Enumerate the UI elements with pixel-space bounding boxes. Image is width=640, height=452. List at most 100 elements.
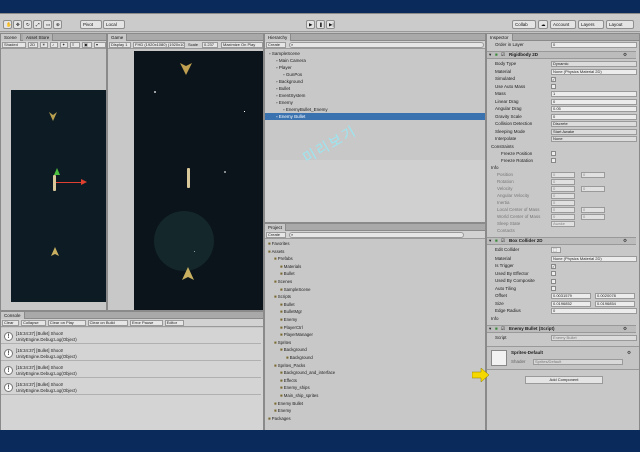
cloud-icon[interactable]: ☁	[538, 20, 548, 29]
lighting-icon[interactable]: ☀	[40, 42, 48, 48]
project-item[interactable]: ■ Enemy_ships	[265, 384, 485, 391]
foldout-arrow-icon[interactable]: ▾	[489, 238, 491, 244]
scale-tool-icon[interactable]: ⤢	[33, 20, 42, 29]
property-field[interactable]: 0	[551, 308, 637, 314]
component-header[interactable]: ▾ ■ ☑ Enemy Bullet (Script) ⚙	[487, 324, 636, 333]
scale-value[interactable]: 0.237	[202, 42, 218, 48]
collab-button[interactable]: Collab	[512, 20, 536, 29]
hierarchy-item[interactable]: ▫ Background	[265, 78, 485, 85]
property-checkbox[interactable]: ✓	[551, 263, 556, 269]
property-checkbox[interactable]	[551, 158, 556, 163]
gizmos-dropdown[interactable]: ▾	[94, 42, 106, 48]
property-field[interactable]: 0	[551, 113, 637, 120]
property-field[interactable]: None (Physics Material 2D)	[551, 68, 637, 75]
project-item[interactable]: ■ Scripts	[265, 293, 485, 300]
display-dropdown[interactable]: Display 1	[109, 42, 131, 48]
project-item[interactable]: ■ Favorites	[265, 240, 485, 247]
project-item[interactable]: ■ Background	[265, 354, 485, 361]
hierarchy-item[interactable]: ▫ Main Camera	[265, 57, 485, 64]
property-field[interactable]: Discrete	[551, 121, 637, 127]
console-button[interactable]: Clear	[2, 320, 19, 326]
tab-game[interactable]: Game	[108, 34, 128, 41]
project-item[interactable]: ■ Materials	[265, 263, 485, 270]
console-entry[interactable]: ! [15:34:37] [Bullet] Shoot! UnityEngine.D…	[1, 330, 261, 344]
project-item[interactable]: ■ Packages	[265, 415, 485, 422]
add-component-button[interactable]: Add Component	[525, 375, 603, 384]
tab-console[interactable]: Console	[1, 312, 25, 319]
project-item[interactable]: ■ SampleScene	[265, 286, 485, 293]
project-item[interactable]: ■ Background	[265, 346, 485, 353]
x-axis-gizmo[interactable]	[56, 182, 81, 183]
x-axis-arrow-icon[interactable]	[81, 179, 87, 185]
property-field[interactable]: Dynamic	[551, 61, 637, 67]
layout-dropdown[interactable]: Layout	[606, 20, 634, 29]
console-button[interactable]: Clear on Play	[47, 320, 86, 326]
step-icon[interactable]: ▶|	[326, 20, 335, 29]
hierarchy-search-input[interactable]: ⌕	[289, 42, 484, 48]
move-tool-icon[interactable]: ✥	[13, 20, 22, 29]
foldout-arrow-icon[interactable]: ▾	[489, 326, 491, 332]
hierarchy-item[interactable]: ▫ Enemy Bullet	[265, 113, 485, 120]
console-entry[interactable]: ! [15:34:37] [Bullet] Shoot! UnityEngine.D…	[1, 347, 261, 361]
console-button[interactable]: Clear on Build	[87, 320, 128, 326]
y-axis-gizmo-icon[interactable]	[54, 168, 60, 175]
console-button[interactable]: Collapse	[21, 320, 46, 326]
foldout-arrow-icon[interactable]: ▾	[489, 52, 491, 58]
maximize-on-play-toggle[interactable]: Maximize On Play	[221, 42, 263, 48]
component-header[interactable]: ▾ ■ ☑ Box Collider 2D ⚙	[487, 236, 636, 245]
create-dropdown[interactable]: Create	[266, 42, 286, 48]
project-item[interactable]: ■ Bullet	[265, 270, 485, 277]
hand-tool-icon[interactable]: ✋	[3, 20, 12, 29]
material-block[interactable]: Sprites-Default Shader Sprites/Default ⚙	[487, 345, 639, 370]
hierarchy-item[interactable]: ▫ GunPos	[265, 71, 485, 78]
console-entry[interactable]: ! [15:34:37] [Bullet] Shoot! UnityEngine.D…	[1, 381, 261, 395]
project-item[interactable]: ■ Sprites_Packs	[265, 362, 485, 369]
property-field[interactable]: 0.05	[551, 106, 637, 112]
layers-dropdown[interactable]: Layers	[578, 20, 604, 29]
hierarchy-item[interactable]: ▫ SampleScene	[265, 50, 485, 57]
settings-gear-icon[interactable]: ⚙	[623, 326, 627, 332]
transform-tool-icon[interactable]: ⊕	[53, 20, 62, 29]
project-item[interactable]: ■ Scenes	[265, 278, 485, 285]
enable-checkbox[interactable]: ☑	[501, 52, 507, 58]
property-field[interactable]: 0	[551, 98, 637, 105]
property-field[interactable]: 0.0196854	[595, 300, 635, 307]
project-item[interactable]: ■ Background_and_interface	[265, 369, 485, 376]
property-checkbox[interactable]	[551, 84, 556, 89]
fx-icon[interactable]: ✦	[60, 42, 68, 48]
settings-gear-icon[interactable]: ⚙	[623, 52, 627, 58]
tab-scene[interactable]: Scene	[1, 34, 21, 41]
property-checkbox[interactable]	[551, 271, 556, 276]
shading-dropdown[interactable]: Shaded	[2, 42, 26, 48]
hierarchy-item[interactable]: ▫ Bullet	[265, 85, 485, 92]
property-checkbox[interactable]	[551, 278, 556, 284]
project-item[interactable]: ■ PlayerManager	[265, 331, 485, 338]
console-entry[interactable]: ! [15:34:37] [Bullet] Shoot! UnityEngine.D…	[1, 364, 261, 378]
project-item[interactable]: ■ Prefabs	[265, 255, 485, 262]
settings-gear-icon[interactable]: ⚙	[627, 350, 631, 356]
project-item[interactable]: ■ Enemy	[265, 316, 485, 323]
rect-tool-icon[interactable]: ▭	[43, 20, 52, 29]
hierarchy-item[interactable]: ▫ EventSystem	[265, 92, 485, 99]
property-field[interactable]: 0.0196852	[551, 300, 591, 307]
hierarchy-item[interactable]: ▫ Player	[265, 64, 485, 71]
project-search-input[interactable]: ⌕	[289, 232, 464, 238]
component-header[interactable]: ▾ ■ ☑ Rigidbody 2D ⚙	[487, 51, 636, 59]
player-sprite[interactable]	[181, 266, 195, 282]
project-item[interactable]: ■ BulletMgr	[265, 308, 485, 315]
project-item[interactable]: ■ Bullet	[265, 301, 485, 308]
hierarchy-item[interactable]: ▫ Enemy	[265, 99, 485, 106]
scene-view[interactable]	[11, 90, 106, 302]
property-checkbox[interactable]	[551, 286, 556, 291]
property-field[interactable]: 0.0031579	[551, 293, 591, 299]
bullet-sprite[interactable]	[53, 175, 56, 191]
property-field[interactable]: 0.0020078	[595, 293, 635, 299]
tab-asset-store[interactable]: Asset Store	[23, 34, 54, 41]
project-item[interactable]: ■ Effects	[265, 377, 485, 384]
project-item[interactable]: ■ Enemy	[265, 407, 485, 414]
audio-icon[interactable]: ♪	[50, 42, 58, 48]
property-field[interactable]: Start Awake	[551, 128, 637, 135]
layer-count-icon[interactable]: ≡	[70, 42, 80, 48]
property-field[interactable]: 1	[551, 91, 637, 97]
project-item[interactable]: ■ Main_ship_sprites	[265, 392, 485, 399]
